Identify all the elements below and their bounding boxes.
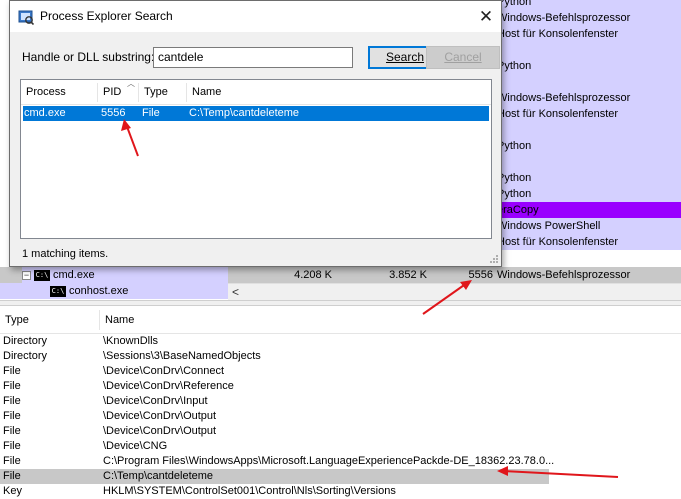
process-description: eraCopy — [497, 204, 539, 216]
process-row-conhost[interactable]: C:\ conhost.exe — [0, 283, 228, 299]
handle-name: C:\Temp\cantdeleteme — [103, 470, 214, 482]
process-description: Python — [497, 140, 532, 152]
handles-header: Type Name — [0, 306, 681, 334]
sort-ascending-icon: ︿ — [127, 79, 135, 88]
process-name: cmd.exe — [53, 269, 95, 281]
process-list-hscrollbar[interactable]: < — [228, 283, 681, 300]
search-input[interactable]: cantdele — [153, 47, 353, 68]
result-process: cmd.exe — [24, 107, 66, 119]
column-type[interactable]: Type — [0, 306, 29, 334]
handle-row[interactable]: File C:\Temp\cantdeleteme — [0, 469, 549, 484]
result-name: C:\Temp\cantdeleteme — [189, 107, 300, 119]
handle-type: File — [3, 410, 21, 422]
handle-name: \KnownDlls — [103, 335, 159, 347]
results-header: Process ︿ PID Type Name — [21, 79, 491, 105]
column-name[interactable]: Name — [187, 80, 221, 105]
close-icon[interactable]: ✕ — [471, 1, 501, 32]
process-description: Python — [497, 188, 532, 200]
handle-name: \Sessions\3\BaseNamedObjects — [103, 350, 261, 362]
handle-type: File — [3, 395, 21, 407]
result-pid: 5556 — [101, 107, 126, 119]
process-description: Windows-Befehlsprozessor — [497, 12, 631, 24]
handle-name: \Device\ConDrv\Reference — [103, 380, 234, 392]
result-type: File — [142, 107, 160, 119]
handle-row[interactable]: File \Device\ConDrv\Output — [0, 409, 681, 424]
handle-type: File — [3, 440, 21, 452]
handle-row[interactable]: File C:\Program Files\WindowsApps\Microso… — [0, 454, 681, 469]
dialog-title: Process Explorer Search — [40, 9, 173, 23]
search-dialog: Process Explorer Search ✕ Handle or DLL … — [9, 0, 502, 267]
process-name: conhost.exe — [69, 285, 129, 297]
process-description: Python — [497, 60, 532, 72]
process-pid: 5556 — [468, 269, 493, 281]
process-row-cmd[interactable]: − C:\ cmd.exe 4.208 K 3.852 K 5556 Windo… — [0, 267, 681, 283]
handle-type: Key — [3, 485, 22, 497]
handle-row[interactable]: File \Device\ConDrv\Reference — [0, 379, 681, 394]
handle-type: File — [3, 470, 21, 482]
handle-name: \Device\ConDrv\Output — [103, 410, 217, 422]
handle-row[interactable]: File \Device\ConDrv\Output — [0, 424, 681, 439]
handle-type: File — [3, 365, 21, 377]
handle-row[interactable]: File \Device\CNG — [0, 439, 681, 454]
process-description: Windows-Befehlsprozessor — [497, 269, 631, 281]
handle-row[interactable]: Directory \KnownDlls — [0, 334, 681, 349]
handle-substring-label: Handle or DLL substring: — [22, 50, 155, 64]
handle-row[interactable]: Directory \Sessions\3\BaseNamedObjects — [0, 349, 681, 364]
handle-row[interactable]: File \Device\ConDrv\Connect — [0, 364, 681, 379]
handle-type: File — [3, 455, 21, 467]
process-row-highlight — [497, 122, 681, 138]
process-description: Windows PowerShell — [497, 220, 601, 232]
column-process[interactable]: Process — [21, 80, 66, 105]
dialog-titlebar[interactable]: Process Explorer Search ✕ — [10, 1, 501, 32]
handles-list: Directory \KnownDlls Directory \Sessions\3\… — [0, 334, 681, 499]
column-pid[interactable]: PID — [98, 80, 121, 105]
process-description: Host für Konsolenfenster — [497, 28, 619, 40]
process-row-highlight — [497, 154, 681, 170]
column-name[interactable]: Name — [100, 306, 134, 334]
results-list: Process ︿ PID Type Name cmd.exe 5556 Fil… — [20, 79, 492, 239]
handle-type: Directory — [3, 350, 48, 362]
cancel-button-label: Cancel — [444, 50, 482, 64]
resize-grip-icon[interactable] — [489, 254, 499, 264]
private-bytes: 4.208 K — [294, 269, 332, 281]
process-explorer-icon — [18, 10, 34, 25]
handle-name: \Device\ConDrv\Input — [103, 395, 208, 407]
handle-name: HKLM\SYSTEM\ControlSet001\Control\Nls\So… — [103, 485, 396, 497]
handle-type: File — [3, 380, 21, 392]
collapse-icon[interactable]: − — [22, 270, 31, 280]
handle-row[interactable]: Key HKLM\SYSTEM\ControlSet001\Control\Nls… — [0, 484, 681, 499]
process-description: Python — [497, 172, 532, 184]
search-button-label: Search — [385, 50, 425, 64]
handle-name: \Device\ConDrv\Output — [103, 425, 217, 437]
process-description: Windows-Befehlsprozessor — [497, 92, 631, 104]
handle-type: File — [3, 425, 21, 437]
console-process-icon: C:\ — [50, 285, 66, 297]
cmd-process-icon: C:\ — [34, 269, 50, 281]
handle-row[interactable]: File \Device\ConDrv\Input — [0, 394, 681, 409]
scroll-left-icon[interactable]: < — [232, 285, 239, 299]
process-description: Host für Konsolenfenster — [497, 236, 619, 248]
process-description: Host für Konsolenfenster — [497, 108, 619, 120]
column-type[interactable]: Type — [139, 80, 168, 105]
handle-name: \Device\ConDrv\Connect — [103, 365, 225, 377]
status-text: 1 matching items. — [22, 248, 109, 260]
working-set: 3.852 K — [389, 269, 427, 281]
result-row[interactable]: cmd.exe 5556 File C:\Temp\cantdeleteme — [23, 106, 489, 121]
process-row-highlight — [497, 74, 681, 90]
handle-name: \Device\CNG — [103, 440, 168, 452]
handle-name: C:\Program Files\WindowsApps\Microsoft.L… — [103, 455, 555, 467]
cancel-button[interactable]: Cancel — [426, 46, 500, 69]
process-description: Python — [497, 0, 532, 8]
handle-type: Directory — [3, 335, 48, 347]
process-row-highlight — [497, 42, 681, 58]
